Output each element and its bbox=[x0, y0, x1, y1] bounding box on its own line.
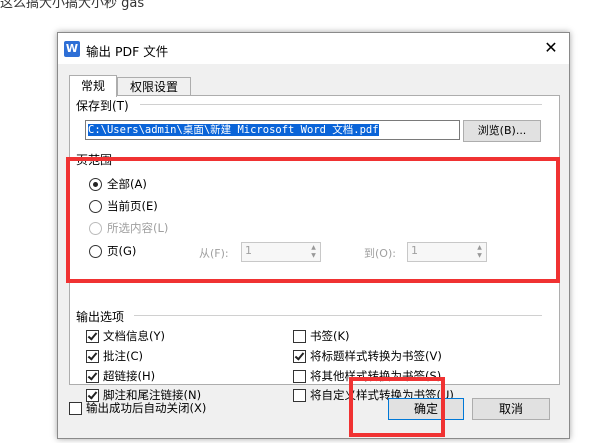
checkbox-comments-box[interactable] bbox=[86, 350, 99, 363]
checkbox-hyperlinks-box[interactable] bbox=[86, 370, 99, 383]
to-label: 到(O): bbox=[364, 247, 396, 260]
to-page-spinner[interactable]: 1 ▲ ▼ bbox=[407, 242, 487, 262]
save-path-value: C:\Users\admin\桌面\新建 Microsoft Word 文档.p… bbox=[88, 124, 379, 136]
to-page-value: 1 bbox=[411, 244, 418, 257]
from-label: 从(F): bbox=[199, 247, 229, 260]
checkbox-bookmarks-box[interactable] bbox=[293, 330, 306, 343]
checkbox-doc-info-label: 文档信息(Y) bbox=[103, 329, 165, 343]
save-to-separator bbox=[140, 104, 542, 105]
tab-general[interactable]: 常规 bbox=[69, 75, 117, 97]
radio-all-button[interactable] bbox=[89, 178, 102, 191]
general-panel: 保存到(T) C:\Users\admin\桌面\新建 Microsoft Wo… bbox=[69, 95, 560, 402]
background-text: 这么搞大小搞大小秒 gas bbox=[0, 0, 145, 11]
from-page-spinner[interactable]: 1 ▲ ▼ bbox=[241, 242, 321, 262]
checkbox-hyperlinks-label: 超链接(H) bbox=[103, 369, 156, 383]
save-to-label: 保存到(T) bbox=[76, 97, 132, 114]
checkbox-comments-label: 批注(C) bbox=[103, 349, 144, 363]
tab-permissions[interactable]: 权限设置 bbox=[117, 77, 191, 96]
checkbox-auto-close-label: 输出成功后自动关闭(X) bbox=[86, 401, 207, 415]
radio-pages-label: 页(G) bbox=[107, 244, 137, 258]
spinner-arrows-icon[interactable]: ▲ ▼ bbox=[308, 244, 319, 260]
export-pdf-dialog: W 输出 PDF 文件 ✕ 常规 权限设置 保存到(T) C:\Users\ad… bbox=[57, 32, 570, 439]
radio-pages-button[interactable] bbox=[89, 245, 102, 258]
radio-all-label: 全部(A) bbox=[107, 177, 147, 191]
checkbox-doc-info-box[interactable] bbox=[86, 330, 99, 343]
wps-writer-icon: W bbox=[64, 41, 80, 57]
spinner-arrows-icon[interactable]: ▲ ▼ bbox=[474, 244, 485, 260]
checkbox-other-bookmarks-label: 将其他样式转换为书签(S) bbox=[310, 369, 442, 383]
save-path-input[interactable]: C:\Users\admin\桌面\新建 Microsoft Word 文档.p… bbox=[85, 120, 460, 140]
radio-selection-label: 所选内容(L) bbox=[107, 221, 169, 235]
close-icon[interactable]: ✕ bbox=[541, 38, 561, 58]
from-page-value: 1 bbox=[245, 244, 252, 257]
checkbox-heading-bookmarks-box[interactable] bbox=[293, 350, 306, 363]
ok-button[interactable]: 确定 bbox=[388, 398, 464, 420]
radio-selection-button bbox=[89, 222, 102, 235]
checkbox-other-bookmarks-box[interactable] bbox=[293, 370, 306, 383]
page-range-separator bbox=[122, 158, 542, 159]
radio-current-page-label: 当前页(E) bbox=[107, 199, 158, 213]
checkbox-custom-bookmarks-box[interactable] bbox=[293, 389, 306, 402]
radio-current-page-button[interactable] bbox=[89, 200, 102, 213]
output-options-separator bbox=[134, 315, 542, 316]
cancel-button[interactable]: 取消 bbox=[472, 398, 550, 420]
checkbox-bookmarks-label: 书签(K) bbox=[310, 329, 350, 343]
checkbox-heading-bookmarks-label: 将标题样式转换为书签(V) bbox=[310, 349, 442, 363]
browse-button[interactable]: 浏览(B)... bbox=[463, 120, 541, 142]
dialog-title: 输出 PDF 文件 bbox=[86, 44, 169, 59]
title-bar: W 输出 PDF 文件 ✕ bbox=[58, 33, 569, 64]
checkbox-auto-close-box[interactable] bbox=[69, 402, 82, 415]
page-range-label: 页范围 bbox=[76, 151, 116, 168]
output-options-label: 输出选项 bbox=[76, 308, 128, 325]
